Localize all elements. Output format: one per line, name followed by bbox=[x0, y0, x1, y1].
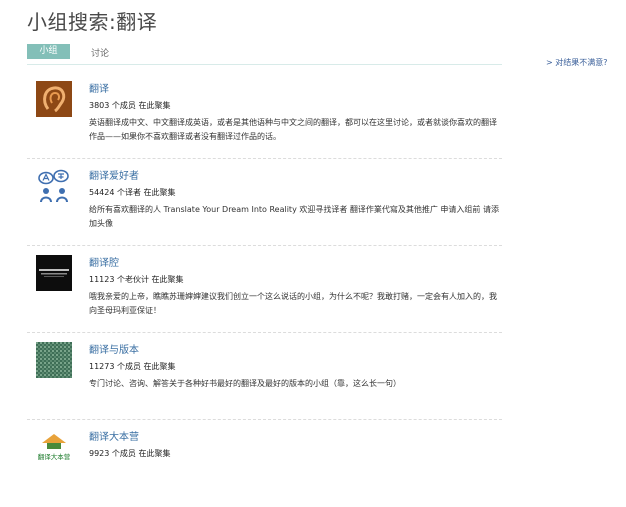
ear-image[interactable] bbox=[36, 81, 72, 117]
group-item: 翻译 3803 个成员 在此聚集 英语翻译成中文、中文翻译成英语，或者是其他语种… bbox=[27, 72, 502, 159]
feedback-link[interactable]: > 对结果不满意? bbox=[546, 57, 608, 68]
group-item: 翻译大本营 翻译大本营 9923 个成员 在此聚集 bbox=[27, 420, 502, 507]
camp-logo-text: 翻译大本营 bbox=[38, 452, 71, 461]
group-description: 专门讨论、咨询、解答关于各种好书最好的翻译及最好的版本的小组（靠，这么长一句） bbox=[89, 379, 401, 388]
tab-discussions[interactable]: 讨论 bbox=[91, 46, 109, 59]
group-name[interactable]: 翻译大本营 bbox=[89, 428, 139, 443]
group-members: 9923 个成员 在此聚集 bbox=[89, 449, 171, 458]
group-members: 11273 个成员 在此聚集 bbox=[89, 362, 176, 371]
page-title: 小组搜索:翻译 bbox=[27, 10, 158, 34]
group-item: 翻译爱好者 54424 个译者 在此聚集 给所有喜欢翻译的人 Translate… bbox=[27, 159, 502, 246]
translate-icon[interactable] bbox=[36, 168, 72, 204]
group-name[interactable]: 翻译 bbox=[89, 80, 109, 95]
tab-groups[interactable]: 小组 bbox=[27, 44, 70, 59]
group-name[interactable]: 翻译爱好者 bbox=[89, 167, 139, 182]
pattern-image[interactable] bbox=[36, 342, 72, 378]
group-description: 哦我亲爱的上帝，瞧瞧苏珊婶婶建议我们创立一个这么说话的小组，为什么不呢？我敢打赌… bbox=[89, 292, 497, 315]
tab-bar: 小组 讨论 bbox=[27, 44, 502, 65]
group-name[interactable]: 翻译腔 bbox=[89, 254, 119, 269]
group-description: 英语翻译成中文、中文翻译成英语，或者是其他语种与中文之间的翻译，都可以在这里讨论… bbox=[89, 118, 497, 141]
group-members: 11123 个老伙计 在此聚集 bbox=[89, 275, 184, 284]
group-members: 54424 个译者 在此聚集 bbox=[89, 188, 176, 197]
group-members: 3803 个成员 在此聚集 bbox=[89, 101, 171, 110]
group-item: 翻译腔 11123 个老伙计 在此聚集 哦我亲爱的上帝，瞧瞧苏珊婶婶建议我们创立… bbox=[27, 246, 502, 333]
camp-logo[interactable]: 翻译大本营 bbox=[36, 429, 72, 465]
group-list: 翻译 3803 个成员 在此聚集 英语翻译成中文、中文翻译成英语，或者是其他语种… bbox=[27, 72, 502, 507]
group-item: 翻译与版本 11273 个成员 在此聚集 专门讨论、咨询、解答关于各种好书最好的… bbox=[27, 333, 502, 420]
dark-banner-image[interactable] bbox=[36, 255, 72, 291]
group-description: 给所有喜欢翻译的人 Translate Your Dream Into Real… bbox=[89, 205, 499, 228]
group-name[interactable]: 翻译与版本 bbox=[89, 341, 139, 356]
